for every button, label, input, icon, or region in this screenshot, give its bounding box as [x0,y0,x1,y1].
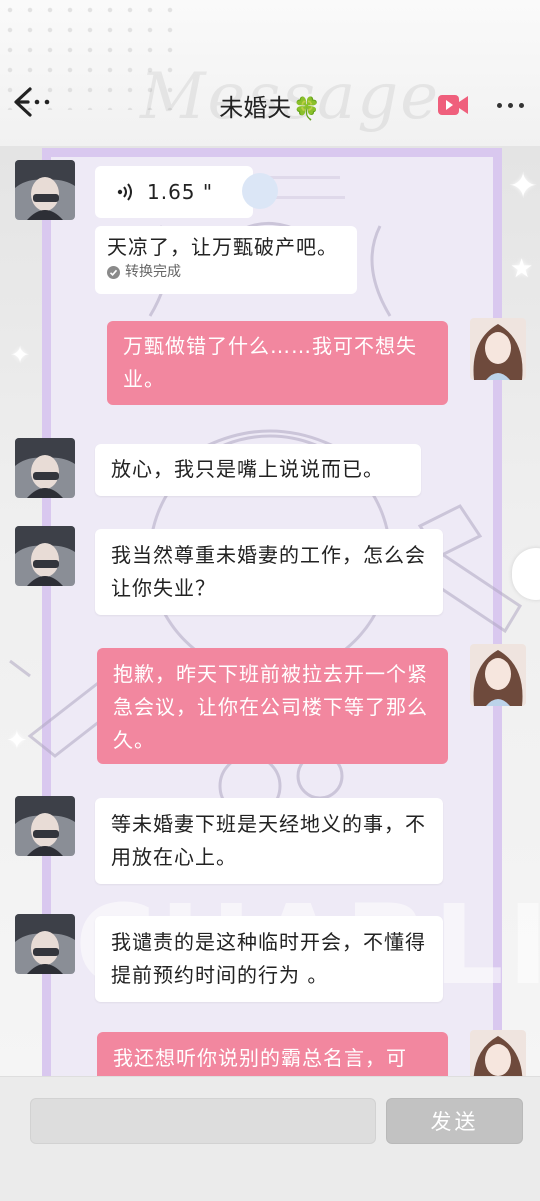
outgoing-message-bubble[interactable]: 抱歉，昨天下班前被拉去开一个紧急会议，让你在公司楼下等了那么久。 [97,648,448,764]
voice-transcribe-badge[interactable] [242,173,278,209]
contact-avatar-image [15,526,75,586]
user-avatar-image [470,644,526,706]
more-icon-dot [507,102,513,108]
user-avatar[interactable] [470,644,526,706]
contact-avatar[interactable] [15,160,75,220]
contact-avatar-image [15,914,75,974]
sparkle-decoration: ✦ [508,166,539,207]
message-text: 我还想听你说别的霸总名言，可 [113,1046,407,1070]
voice-duration: 1.65 " [147,180,214,204]
more-icon-dot [518,102,524,108]
more-button[interactable] [490,90,530,120]
contact-avatar[interactable] [15,438,75,498]
outgoing-message-bubble[interactable]: 我还想听你说别的霸总名言，可 [97,1032,448,1076]
user-avatar[interactable] [470,318,526,380]
clover-icon: 🍀 [293,97,321,122]
chat-header: Message 未婚夫🍀 [0,0,540,146]
message-text: 抱歉，昨天下班前被拉去开一个紧急会议，让你在公司楼下等了那么久。 [113,662,428,752]
contact-avatar-image [15,438,75,498]
message-input[interactable] [30,1098,376,1144]
contact-name: 未婚夫 [219,94,292,122]
incoming-message-bubble[interactable]: 放心，我只是嘴上说说而已。 [95,444,421,496]
voice-message-bubble[interactable]: 1.65 " [95,166,253,218]
message-text: 我当然尊重未婚妻的工作，怎么会让你失业？ [111,543,426,600]
voice-wave-icon [117,183,132,201]
contact-avatar-image [15,796,75,856]
sparkle-decoration: ✦ [10,341,31,369]
sparkle-decoration: ✦ [6,726,28,756]
contact-avatar[interactable] [15,914,75,974]
message-text: 等未婚妻下班是天经地义的事，不用放在心上。 [111,812,426,869]
chat-area[interactable]: CHARLIE ✦ ✦ ★ ✦ 1.65 " 天凉了，让万甄破产吧。 转换完成 [0,146,540,1076]
contact-avatar-image [15,160,75,220]
message-text: 我谴责的是这种临时开会，不懂得提前预约时间的行为 。 [111,930,426,987]
video-call-icon [438,95,468,115]
message-text: 放心，我只是嘴上说说而已。 [111,457,384,481]
message-text: 万甄做错了什么……我可不想失业。 [123,334,417,391]
sparkle-decoration: ★ [510,254,534,284]
user-avatar[interactable] [470,1030,526,1076]
message-input-bar: 发送 [0,1076,540,1201]
send-button[interactable]: 发送 [386,1098,523,1144]
incoming-message-bubble[interactable]: 我当然尊重未婚妻的工作，怎么会让你失业？ [95,529,443,615]
check-icon [107,265,120,279]
transcript-status: 转换完成 [107,262,345,282]
incoming-message-bubble[interactable]: 等未婚妻下班是天经地义的事，不用放在心上。 [95,798,443,884]
transcript-text: 天凉了，让万甄破产吧。 [107,235,338,259]
user-avatar-image [470,318,526,380]
video-call-button[interactable] [436,90,470,120]
incoming-message-bubble[interactable]: 我谴责的是这种临时开会，不懂得提前预约时间的行为 。 [95,916,443,1002]
voice-transcript-bubble: 天凉了，让万甄破产吧。 转换完成 [95,226,357,294]
transcript-status-label: 转换完成 [125,264,181,280]
contact-avatar[interactable] [15,526,75,586]
outgoing-message-bubble[interactable]: 万甄做错了什么……我可不想失业。 [107,321,448,405]
contact-avatar[interactable] [15,796,75,856]
more-icon [496,102,502,108]
user-avatar-image [470,1030,526,1076]
